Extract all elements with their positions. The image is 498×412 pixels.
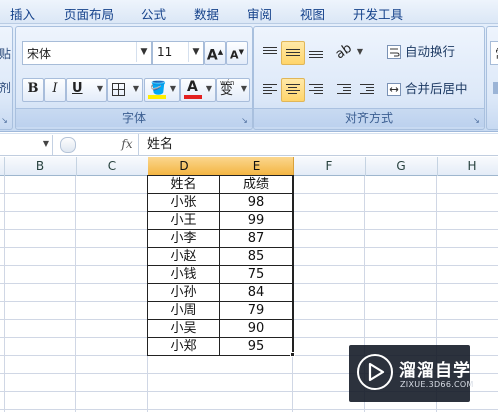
font-size-combo[interactable]: 11 ▼ xyxy=(152,41,204,65)
paste-partial-label[interactable]: 贴 xyxy=(0,45,11,62)
currency-button-partial[interactable] xyxy=(490,78,498,102)
align-left-icon xyxy=(263,84,277,96)
number-format-combo-partial[interactable]: 常 xyxy=(490,41,498,65)
formula-bar: ▼ fx 姓名 xyxy=(0,133,498,156)
decrease-indent-icon xyxy=(337,84,351,96)
chevron-down-icon[interactable]: ▼ xyxy=(170,79,176,99)
increase-indent-button[interactable] xyxy=(355,78,379,102)
alignment-group-label: 对齐方式 xyxy=(254,108,484,127)
font-group: 宋体 ▼ 11 ▼ A▲ A▼ B I U ▼ ▼ 🪣 ▼ A ▼ wén 变 … xyxy=(15,26,253,130)
tab-insert[interactable]: 插入 xyxy=(10,4,35,23)
font-name-value: 宋体 xyxy=(27,47,52,61)
align-center-icon xyxy=(286,84,300,96)
phonetic-guide-button[interactable]: wén 变 ▼ xyxy=(216,78,250,102)
border-grid-icon xyxy=(112,83,125,96)
phonetic-char: 变 xyxy=(220,83,234,98)
insert-function-button[interactable]: fx xyxy=(116,135,138,154)
clipboard-launcher-icon[interactable]: ↘ xyxy=(0,116,9,125)
increase-indent-icon xyxy=(360,84,374,96)
fill-color-button[interactable]: 🪣 ▼ xyxy=(144,78,180,102)
column-header-e[interactable]: E xyxy=(220,157,294,176)
wrap-text-label: 自动换行 xyxy=(405,44,456,59)
font-dialog-launcher-icon[interactable]: ↘ xyxy=(240,116,249,125)
chevron-down-icon[interactable]: ▼ xyxy=(188,42,203,62)
fill-handle[interactable] xyxy=(290,352,295,357)
borders-button[interactable]: ▼ xyxy=(107,78,143,102)
wrap-text-icon xyxy=(387,45,401,59)
column-header-h[interactable]: H xyxy=(437,157,498,176)
alignment-dialog-launcher-icon[interactable]: ↘ xyxy=(472,116,481,125)
align-middle-button[interactable] xyxy=(281,41,305,65)
align-right-icon xyxy=(309,84,323,96)
chevron-down-icon[interactable]: ▼ xyxy=(43,139,49,148)
ribbon-tab-bar: 插入 页面布局 公式 数据 审阅 视图 开发工具 xyxy=(0,0,498,24)
tab-developer[interactable]: 开发工具 xyxy=(353,4,403,23)
align-top-button[interactable] xyxy=(258,41,282,65)
align-middle-icon xyxy=(286,49,300,58)
orientation-button[interactable]: ab ▼ xyxy=(332,41,366,65)
selection-outline xyxy=(147,175,294,356)
chevron-down-icon[interactable]: ▼ xyxy=(206,79,212,99)
font-name-combo[interactable]: 宋体 ▼ xyxy=(22,41,152,65)
chevron-down-icon[interactable]: ▼ xyxy=(133,79,139,99)
format-painter-partial-label[interactable]: 剂 xyxy=(0,79,11,96)
merge-center-icon xyxy=(387,83,401,96)
column-header-d[interactable]: D xyxy=(148,157,221,176)
font-size-value: 11 xyxy=(157,45,173,59)
ribbon: 贴 剂 ↘ 宋体 ▼ 11 ▼ A▲ A▼ B I U ▼ ▼ 🪣 ▼ A ▼ … xyxy=(0,24,498,132)
formula-bar-controls: fx xyxy=(56,134,136,156)
watermark-subtitle: ZIXUE.3D66.COM xyxy=(400,380,474,389)
alignment-group: ab ▼ 自动换行 合并后居中 对齐方式 ↘ xyxy=(253,26,498,130)
merge-center-label: 合并后居中 xyxy=(405,81,468,96)
italic-button[interactable]: I xyxy=(44,78,66,102)
column-header-row: B C D E F G H xyxy=(0,157,498,176)
orientation-icon: ab xyxy=(332,40,355,63)
underline-button[interactable]: U ▼ xyxy=(66,78,107,102)
bold-button[interactable]: B xyxy=(22,78,44,102)
watermark-logo: 溜溜自学 ZIXUE.3D66.COM xyxy=(349,345,473,402)
chevron-down-icon[interactable]: ▼ xyxy=(357,42,363,62)
grow-font-button[interactable]: A▲ xyxy=(204,41,226,65)
font-color-bar xyxy=(184,95,202,99)
align-bottom-icon xyxy=(309,51,323,60)
clipboard-group-partial: 贴 剂 ↘ xyxy=(0,26,13,130)
watermark-title: 溜溜自学 xyxy=(399,361,471,381)
currency-icon xyxy=(493,82,498,94)
column-header-c[interactable]: C xyxy=(76,157,149,176)
tab-formulas[interactable]: 公式 xyxy=(141,4,166,23)
tab-page-layout[interactable]: 页面布局 xyxy=(64,4,114,23)
formula-input[interactable]: 姓名 xyxy=(138,134,498,156)
column-header-b[interactable]: B xyxy=(4,157,77,176)
font-group-label: 字体 xyxy=(16,108,252,127)
tab-review[interactable]: 审阅 xyxy=(247,4,272,23)
align-center-button[interactable] xyxy=(281,78,305,102)
chevron-down-icon[interactable]: ▼ xyxy=(97,79,103,99)
font-color-letter: A xyxy=(187,79,198,95)
column-header-g[interactable]: G xyxy=(365,157,438,176)
underline-label: U xyxy=(72,81,83,96)
merge-center-button[interactable]: 合并后居中 ▼ xyxy=(382,78,498,102)
play-triangle-icon xyxy=(368,362,385,382)
tab-view[interactable]: 视图 xyxy=(300,4,325,23)
play-logo-icon xyxy=(357,354,393,390)
tab-data[interactable]: 数据 xyxy=(194,4,219,23)
align-top-icon xyxy=(263,47,277,56)
chevron-down-icon[interactable]: ▼ xyxy=(136,42,151,62)
chevron-down-icon[interactable]: ▼ xyxy=(241,79,247,99)
number-group-partial: 常 xyxy=(486,26,498,130)
font-color-button[interactable]: A ▼ xyxy=(180,78,216,102)
align-bottom-button[interactable] xyxy=(304,41,328,65)
shrink-font-button[interactable]: A▼ xyxy=(226,41,248,65)
column-header-f[interactable]: F xyxy=(293,157,366,176)
decrease-indent-button[interactable] xyxy=(332,78,356,102)
wrap-text-button[interactable]: 自动换行 xyxy=(382,41,498,65)
formula-bar-grip-icon[interactable] xyxy=(60,137,76,153)
name-box[interactable]: ▼ xyxy=(0,135,53,155)
align-left-button[interactable] xyxy=(258,78,282,102)
grid-line xyxy=(0,409,498,410)
align-right-button[interactable] xyxy=(304,78,328,102)
highlight-color-bar xyxy=(148,95,166,99)
